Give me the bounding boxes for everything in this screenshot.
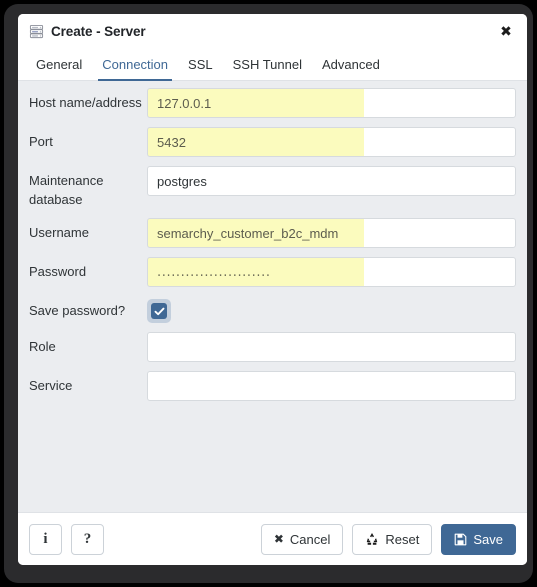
tab-connection[interactable]: Connection [92, 49, 178, 81]
form-row-username: Username semarchy_customer_b2c_mdm [29, 218, 516, 248]
host-control: 127.0.0.1 [147, 88, 516, 118]
info-button[interactable]: i [29, 523, 62, 555]
password-control: ........................ [147, 257, 516, 287]
cancel-button-label: Cancel [289, 531, 331, 547]
help-button[interactable]: ? [71, 523, 104, 555]
reset-button-label: Reset [385, 531, 420, 547]
service-label: Service [29, 378, 73, 393]
port-input[interactable]: 5432 [147, 127, 516, 157]
save-button-label: Save [473, 531, 503, 547]
save-password-checkbox[interactable] [151, 303, 167, 319]
create-server-dialog: Create - Server ✖ General Connection SSL… [18, 14, 527, 565]
save-password-control [147, 296, 516, 323]
password-masked-value: ........................ [157, 264, 271, 280]
dialog-title: Create - Server [51, 24, 146, 39]
form-row-port: Port 5432 [29, 127, 516, 157]
server-rack-icon [29, 24, 44, 39]
window-frame: Create - Server ✖ General Connection SSL… [4, 4, 533, 583]
port-label: Port [29, 134, 53, 149]
reset-button[interactable]: Reset [352, 523, 433, 555]
tab-advanced[interactable]: Advanced [312, 49, 390, 80]
tab-ssh-tunnel[interactable]: SSH Tunnel [223, 49, 312, 80]
tab-general[interactable]: General [26, 49, 92, 80]
maintenance-database-input[interactable]: postgres [147, 166, 516, 196]
tab-ssl[interactable]: SSL [178, 49, 223, 80]
username-input[interactable]: semarchy_customer_b2c_mdm [147, 218, 516, 248]
form-row-maintenance-database: Maintenance database postgres [29, 166, 516, 209]
dialog-footer: i ? ✖ Cancel Reset Save [18, 512, 527, 565]
dialog-tabbar: General Connection SSL SSH Tunnel Advanc… [18, 49, 527, 81]
form-row-service: Service [29, 371, 516, 401]
host-input[interactable]: 127.0.0.1 [147, 88, 516, 118]
username-control: semarchy_customer_b2c_mdm [147, 218, 516, 248]
cancel-button[interactable]: ✖ Cancel [260, 523, 344, 555]
recycle-icon [365, 532, 379, 546]
username-label: Username [29, 225, 89, 240]
save-password-focus-ring [147, 299, 171, 323]
service-input[interactable] [147, 371, 516, 401]
save-password-label: Save password? [29, 303, 126, 318]
role-control [147, 332, 516, 362]
dialog-titlebar: Create - Server ✖ [18, 14, 527, 49]
password-label: Password [29, 264, 87, 279]
form-row-role: Role [29, 332, 516, 362]
close-icon[interactable]: ✖ [495, 21, 517, 43]
titlebar-left: Create - Server [29, 24, 146, 39]
role-label: Role [29, 339, 56, 354]
maintenance-database-label: Maintenance database [29, 173, 104, 207]
form-row-host: Host name/address 127.0.0.1 [29, 88, 516, 118]
password-input[interactable]: ........................ [147, 257, 516, 287]
form-row-save-password: Save password? [29, 296, 516, 323]
service-control [147, 371, 516, 401]
role-input[interactable] [147, 332, 516, 362]
form-row-password: Password ........................ [29, 257, 516, 287]
host-label: Host name/address [29, 95, 142, 110]
check-icon [154, 307, 164, 315]
save-button[interactable]: Save [441, 523, 516, 555]
connection-form: Host name/address 127.0.0.1 Port 5432 Ma… [18, 81, 527, 512]
close-x-icon: ✖ [273, 532, 284, 546]
port-control: 5432 [147, 127, 516, 157]
floppy-disk-icon [454, 533, 467, 546]
maintenance-database-control: postgres [147, 166, 516, 196]
